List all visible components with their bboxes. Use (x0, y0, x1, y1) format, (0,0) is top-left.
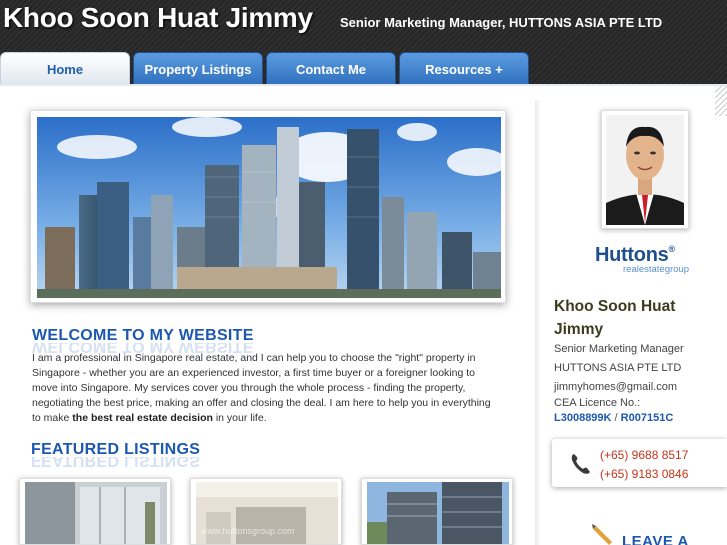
phone-icon (571, 454, 590, 474)
huttons-logo: Huttons® realestategroup (595, 244, 705, 278)
logo-main-text: Huttons (595, 244, 669, 266)
phone-number-2[interactable]: (+65) 9183 0846 (600, 467, 688, 481)
hero-frame (30, 110, 506, 303)
listing-card-2[interactable]: www.huttonsgroup.com (190, 478, 342, 545)
tab-resources[interactable]: Resources + (399, 52, 529, 86)
phone-number-1[interactable]: (+65) 9688 8517 (600, 448, 688, 462)
leave-message-link[interactable]: LEAVE A (622, 533, 689, 545)
featured-heading-reflection: FEATURED LISTINGS (31, 457, 201, 469)
phone-box: (+65) 9688 8517 (+65) 9183 0846 (552, 439, 727, 487)
agent-email[interactable]: jimmyhomes@gmail.com (554, 381, 677, 393)
site-title: Khoo Soon Huat Jimmy (3, 2, 313, 33)
site-header: Khoo Soon Huat Jimmy Senior Marketing Ma… (0, 0, 727, 86)
agent-company: HUTTONS ASIA PTE LTD (554, 362, 682, 374)
sidebar-divider (535, 100, 541, 545)
agent-position: Senior Marketing Manager (554, 343, 684, 355)
agent-photo (606, 115, 684, 225)
cea-numbers: L3008899K / R007151C (554, 412, 673, 424)
cea-label: CEA Licence No.: (554, 397, 641, 409)
welcome-paragraph: I am a professional in Singapore real es… (32, 351, 502, 426)
tab-property-listings[interactable]: Property Listings (133, 52, 263, 86)
main-nav: Home Property Listings Contact Me Resour… (0, 52, 529, 86)
listing-card-3[interactable] (361, 478, 513, 545)
logo-registered-mark: ® (668, 244, 675, 254)
listing-card-1[interactable] (19, 478, 171, 545)
cea-agent-link[interactable]: R007151C (621, 412, 674, 424)
sidebar-corner-pattern (715, 86, 727, 116)
cea-agency-link[interactable]: L3008899K (554, 412, 612, 424)
listing-photo-1 (25, 482, 167, 544)
tab-contact-me[interactable]: Contact Me (266, 52, 396, 86)
welcome-text-bold: the best real estate decision (72, 412, 213, 424)
welcome-text-end: in your life. (212, 412, 267, 424)
hero-skyline-image (37, 117, 501, 298)
site-subtitle: Senior Marketing Manager, HUTTONS ASIA P… (340, 15, 663, 30)
listing-photo-3 (367, 482, 509, 544)
agent-name: Khoo Soon Huat Jimmy (554, 298, 676, 338)
agent-photo-frame (601, 110, 689, 229)
pencil-icon (592, 524, 612, 545)
page: Khoo Soon Huat Jimmy Senior Marketing Ma… (0, 0, 727, 545)
logo-subtext: realestategroup (623, 264, 690, 275)
listing-watermark-2: www.huttonsgroup.com (201, 526, 295, 536)
tab-home[interactable]: Home (0, 52, 130, 86)
cea-separator: / (611, 412, 621, 424)
header-divider (0, 84, 727, 86)
